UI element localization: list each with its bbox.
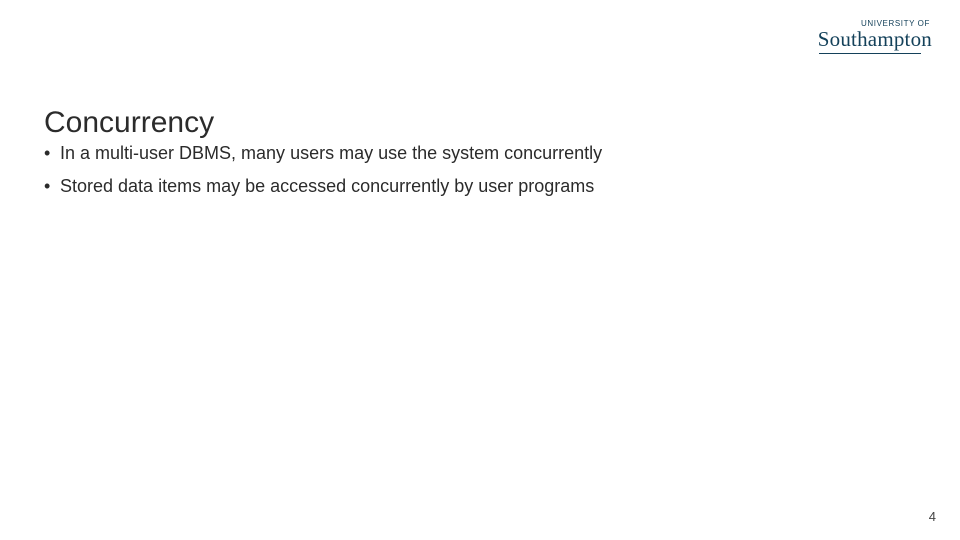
slide-title: Concurrency <box>44 106 214 140</box>
logo-wordmark: Southampton <box>818 27 932 51</box>
bullet-list: In a multi-user DBMS, many users may use… <box>44 140 900 206</box>
bullet-item: In a multi-user DBMS, many users may use… <box>44 140 900 167</box>
slide: UNIVERSITY OF Southampton Concurrency In… <box>0 0 960 540</box>
bullet-item: Stored data items may be accessed concur… <box>44 173 900 200</box>
logo-wordmark-underlined: Southampto <box>818 27 922 51</box>
university-logo: UNIVERSITY OF Southampton <box>818 20 932 50</box>
page-number: 4 <box>929 509 936 524</box>
logo-wordmark-tail: n <box>921 27 932 51</box>
